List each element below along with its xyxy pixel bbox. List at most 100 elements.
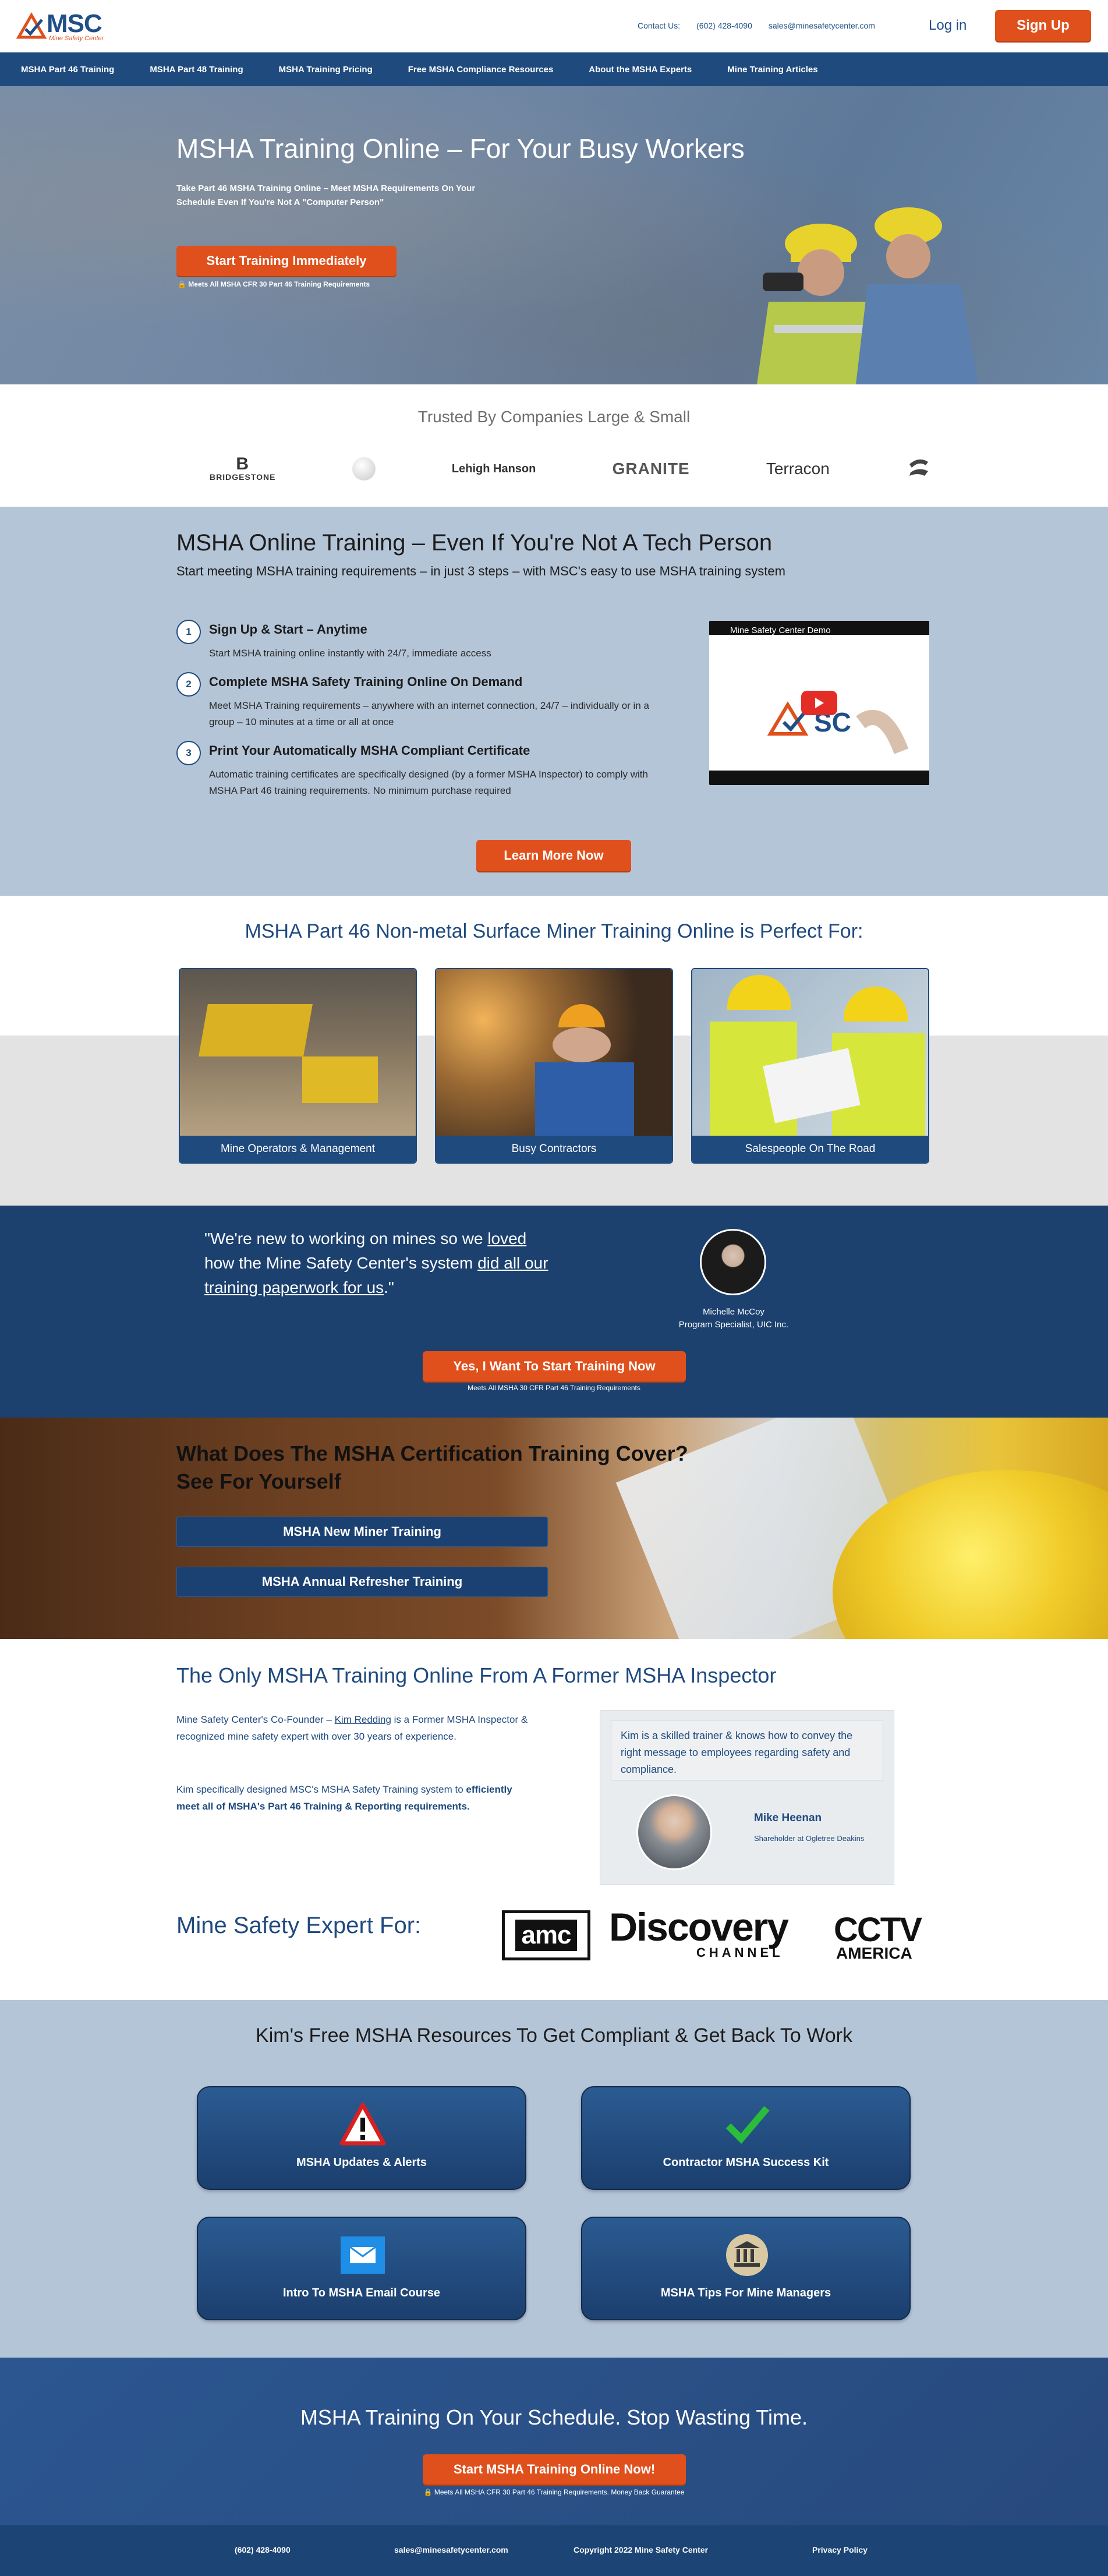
video-frame: SC [709,635,929,771]
nav-item-resources[interactable]: Free MSHA Compliance Resources [408,65,554,75]
trusted-title: Trusted By Companies Large & Small [417,408,691,426]
step-number: 1 [176,620,201,644]
inspector-section: The Only MSHA Training Online From A For… [0,1639,1108,2000]
audience-card-contractors[interactable]: Busy Contractors [435,968,673,1164]
contact-info: Contact Us: (602) 428-4090 sales@minesaf… [638,21,875,30]
logo-triangle-icon [16,12,47,39]
step-title: Print Your Automatically MSHA Compliant … [209,743,530,758]
nav-item-about[interactable]: About the MSHA Experts [589,65,692,75]
resource-card-success-kit[interactable]: Contractor MSHA Success Kit [581,2086,911,2190]
main-nav: MSHA Part 46 Training MSHA Part 48 Train… [0,52,1108,86]
footer-meets-note: 🔒 Meets All MSHA CFR 30 Part 46 Training… [423,2488,685,2496]
testimonial-role: Program Specialist, UIC Inc. [678,1320,789,1330]
annual-refresher-button[interactable]: MSHA Annual Refresher Training [176,1567,548,1597]
testimonial-name: Michelle McCoy [703,1307,764,1317]
site-header: MSC Mine Safety Center Contact Us: (602)… [0,0,1108,52]
video-title: Mine Safety Center Demo [730,626,831,635]
testimonial-section: "We're new to working on mines so we lov… [0,1206,1108,1418]
brand-logos: B BRIDGESTONE Lehigh Hanson GRANITE Terr… [210,454,932,483]
audience-card-salespeople[interactable]: Salespeople On The Road [691,968,929,1164]
footer-phone-link[interactable]: (602) 428-4090 [235,2545,291,2554]
resource-card-manager-tips[interactable]: MSHA Tips For Mine Managers [581,2217,911,2320]
inspector-paragraph-2: Kim specifically designed MSC's MSHA Saf… [176,1784,512,1812]
footer-cta-section: MSHA Training On Your Schedule. Stop Was… [0,2358,1108,2525]
testimonial-meets-note: Meets All MSHA 30 CFR Part 46 Training R… [468,1384,640,1392]
hero-title: MSHA Training Online – For Your Busy Wor… [176,133,745,164]
step-title: Complete MSHA Safety Training Online On … [209,674,523,689]
hero-meets-text: Meets All MSHA CFR 30 Part 46 Training R… [188,280,370,288]
endorser-avatar [636,1794,712,1870]
start-training-online-button[interactable]: Start MSHA Training Online Now! [423,2454,686,2485]
contact-email-link[interactable]: sales@minesafetycenter.com [769,21,875,30]
lock-icon: 🔒 [178,280,186,288]
cover-title: What Does The MSHA Certification Trainin… [176,1441,688,1493]
resource-card-label: Contractor MSHA Success Kit [663,2156,829,2169]
online-lead: Start meeting MSHA training requirements… [176,564,785,578]
brand-logo-bridgestone: B BRIDGESTONE [210,454,276,482]
testimonial-avatar [700,1229,766,1295]
audience-card-label: Salespeople On The Road [692,1136,928,1162]
discovery-channel-logo: Discovery CHANNEL [609,1905,789,1960]
step-desc: Start MSHA training online instantly wit… [209,648,491,659]
audience-card-label: Busy Contractors [436,1136,672,1162]
bank-icon [726,2234,768,2276]
resources-section: Kim's Free MSHA Resources To Get Complia… [0,2000,1108,2358]
footer-privacy-link[interactable]: Privacy Policy [812,2545,868,2554]
start-training-button[interactable]: Start Training Immediately [176,246,397,276]
contact-label: Contact Us: [638,21,681,30]
lock-icon: 🔒 [423,2488,433,2496]
brand-logo-granite: GRANITE [612,460,690,478]
logo-subtext: Mine Safety Center [49,35,104,42]
warning-icon [339,2103,386,2146]
login-link[interactable]: Log in [929,17,967,34]
testimonial-author: Michelle McCoy Program Specialist, UIC I… [640,1306,827,1331]
signup-button[interactable]: Sign Up [995,10,1091,41]
nav-item-articles[interactable]: Mine Training Articles [727,65,817,75]
mine-operators-image [180,969,416,1138]
resource-card-label: MSHA Tips For Mine Managers [660,2287,831,2299]
perfect-title: MSHA Part 46 Non-metal Surface Miner Tra… [245,920,863,942]
youtube-play-icon[interactable] [801,691,837,715]
busy-contractors-image [436,969,672,1138]
logo-text: MSC [47,9,102,38]
testimonial-quote: "We're new to working on mines so we lov… [204,1229,548,1296]
step-desc: Meet MSHA Training requirements – anywhe… [209,700,649,727]
resource-card-label: Intro To MSHA Email Course [282,2287,441,2299]
resource-card-label: MSHA Updates & Alerts [296,2156,427,2169]
brand-logo-terracon: Terracon [766,460,830,478]
new-miner-training-button[interactable]: MSHA New Miner Training [176,1517,548,1547]
site-logo[interactable]: MSC Mine Safety Center [16,9,118,43]
online-title: MSHA Online Training – Even If You're No… [176,530,773,556]
step-number: 2 [176,672,201,697]
audience-card-operators[interactable]: Mine Operators & Management [179,968,417,1164]
nav-item-pricing[interactable]: MSHA Training Pricing [279,65,373,75]
checkmark-icon [725,2106,770,2144]
hero-meets-note: 🔒 Meets All MSHA CFR 30 Part 46 Training… [178,280,370,288]
amc-logo: amc [502,1910,590,1960]
kim-redding-link[interactable]: Kim Redding [335,1714,391,1725]
step-desc: Automatic training certificates are spec… [209,769,648,796]
site-footer: (602) 428-4090 sales@minesafetycenter.co… [0,2525,1108,2576]
demo-video-player[interactable]: Mine Safety Center Demo SC [709,621,929,785]
nav-item-part48[interactable]: MSHA Part 48 Training [150,65,243,75]
online-training-section: MSHA Online Training – Even If You're No… [0,507,1108,896]
endorser-title: Shareholder at Ogletree Deakins [754,1834,865,1843]
resource-card-updates[interactable]: MSHA Updates & Alerts [197,2086,526,2190]
nav-item-part46[interactable]: MSHA Part 46 Training [21,65,114,75]
footer-cta-title: MSHA Training On Your Schedule. Stop Was… [300,2405,808,2429]
endorsement-box: Kim is a skilled trainer & knows how to … [600,1710,894,1885]
envelope-icon [341,2236,385,2274]
footer-email-link[interactable]: sales@minesafetycenter.com [394,2545,508,2554]
hero-subtitle: Take Part 46 MSHA Training Online – Meet… [176,183,476,207]
trusted-section: Trusted By Companies Large & Small B BRI… [0,384,1108,507]
learn-more-button[interactable]: Learn More Now [476,840,631,871]
resource-card-email-course[interactable]: Intro To MSHA Email Course [197,2217,526,2320]
inspector-title: The Only MSHA Training Online From A For… [176,1663,777,1687]
audience-card-label: Mine Operators & Management [180,1136,416,1162]
contact-phone-link[interactable]: (602) 428-4090 [696,21,752,30]
start-training-now-button[interactable]: Yes, I Want To Start Training Now [423,1351,686,1381]
step-number: 3 [176,741,201,765]
resources-title: Kim's Free MSHA Resources To Get Complia… [256,2024,852,2047]
hero-section: MSHA Training Online – For Your Busy Wor… [0,86,1108,384]
salespeople-image [692,969,928,1138]
